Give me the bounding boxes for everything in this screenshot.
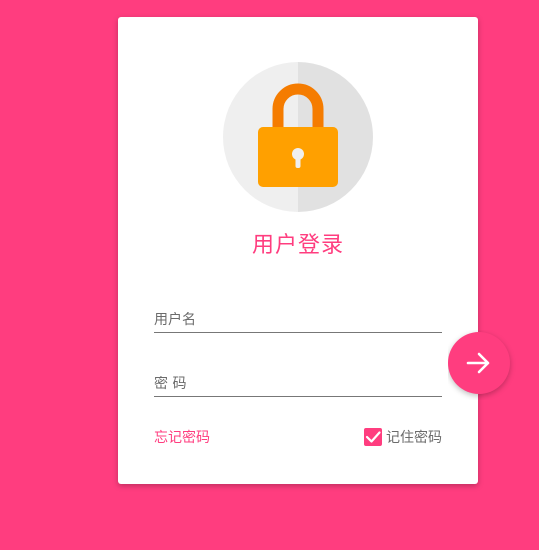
- remember-password-label: 记住密码: [386, 430, 442, 446]
- login-title: 用户登录: [251, 233, 344, 258]
- arrow-right-icon: [466, 352, 490, 374]
- submit-button-clip: [448, 330, 539, 400]
- submit-button[interactable]: [448, 332, 510, 394]
- username-field[interactable]: [154, 309, 442, 333]
- username-input[interactable]: [154, 312, 442, 332]
- forgot-password-link[interactable]: 忘记密码: [154, 427, 210, 447]
- check-icon: [365, 431, 381, 443]
- lock-icon: [258, 83, 338, 187]
- password-input[interactable]: [154, 376, 442, 396]
- password-field[interactable]: [154, 373, 442, 397]
- login-card: 用户登录 忘记密码 记住密码: [118, 17, 478, 484]
- lock-avatar: [223, 62, 373, 212]
- remember-password-toggle[interactable]: 记住密码: [364, 427, 442, 447]
- remember-checkbox[interactable]: [364, 428, 382, 446]
